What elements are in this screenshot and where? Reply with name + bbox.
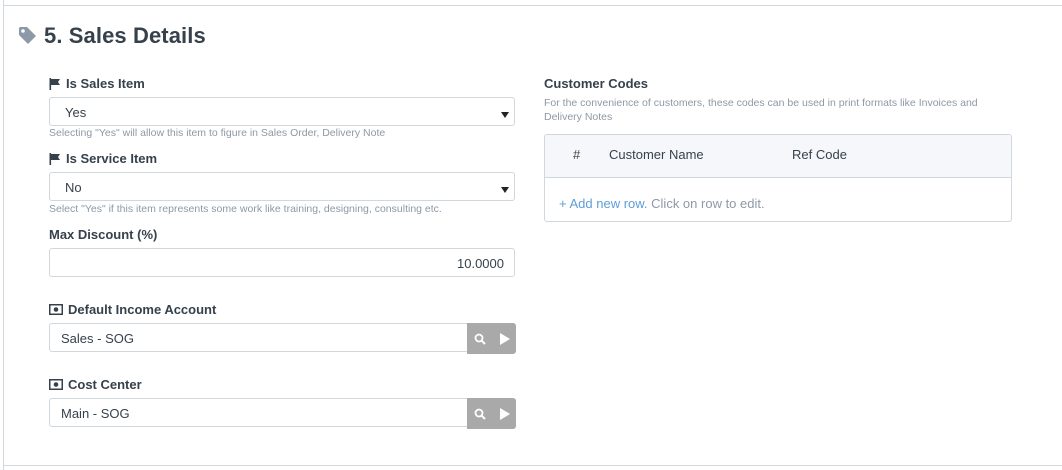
is-service-item-help: Select "Yes" if this item represents som… [49, 203, 442, 215]
money-icon [49, 304, 63, 315]
column-header-customer-name: Customer Name [609, 147, 704, 162]
search-icon[interactable] [467, 323, 492, 354]
is-service-item-label-text: Is Service Item [66, 151, 158, 166]
cost-center-buttons [467, 398, 516, 429]
is-sales-item-value: Yes [65, 105, 87, 120]
column-header-ref-code: Ref Code [792, 147, 847, 162]
section-top-divider [4, 5, 1062, 6]
default-income-account-label-text: Default Income Account [68, 302, 217, 317]
tag-icon [18, 26, 38, 46]
is-sales-item-label: Is Sales Item [49, 76, 145, 91]
section-title: 5. Sales Details [44, 23, 206, 48]
is-sales-item-select[interactable]: Yes [49, 97, 515, 126]
grid-hint: Click on row to edit. [651, 196, 765, 211]
max-discount-label: Max Discount (%) [49, 227, 158, 242]
default-income-account-value: Sales - SOG [61, 331, 134, 346]
default-income-account-buttons [467, 323, 516, 354]
search-icon[interactable] [467, 398, 492, 429]
cost-center-label-text: Cost Center [68, 377, 142, 392]
is-sales-item-label-text: Is Sales Item [66, 76, 145, 91]
is-service-item-value: No [65, 180, 82, 195]
cost-center-field[interactable]: Main - SOG [49, 398, 516, 429]
cost-center-value: Main - SOG [61, 406, 130, 421]
play-icon[interactable] [492, 323, 516, 354]
max-discount-input[interactable]: 10.0000 [49, 248, 515, 277]
money-icon [49, 379, 63, 390]
section-bottom-divider [4, 465, 1062, 466]
default-income-account-field[interactable]: Sales - SOG [49, 323, 516, 354]
add-new-row-link[interactable]: + Add new row. [559, 196, 648, 211]
flag-icon [49, 77, 61, 90]
max-discount-value: 10.0000 [457, 256, 504, 271]
chevron-down-icon [501, 182, 509, 197]
flag-icon [49, 152, 61, 165]
play-icon[interactable] [492, 398, 516, 429]
column-header-index: # [573, 147, 581, 162]
chevron-down-icon [501, 107, 509, 122]
customer-codes-title: Customer Codes [544, 76, 649, 91]
is-sales-item-help: Selecting "Yes" will allow this item to … [49, 127, 386, 139]
is-service-item-select[interactable]: No [49, 172, 515, 201]
customer-codes-grid: # Customer Name Ref Code + Add new row. … [544, 134, 1012, 222]
section-header: 5. Sales Details [18, 22, 206, 50]
panel-left-border [3, 0, 4, 470]
is-service-item-label: Is Service Item [49, 151, 157, 166]
grid-body: + Add new row. Click on row to edit. [559, 196, 765, 211]
default-income-account-label: Default Income Account [49, 302, 216, 317]
cost-center-label: Cost Center [49, 377, 142, 392]
customer-codes-description: For the convenience of customers, these … [544, 97, 978, 123]
grid-header: # Customer Name Ref Code [545, 135, 1011, 178]
